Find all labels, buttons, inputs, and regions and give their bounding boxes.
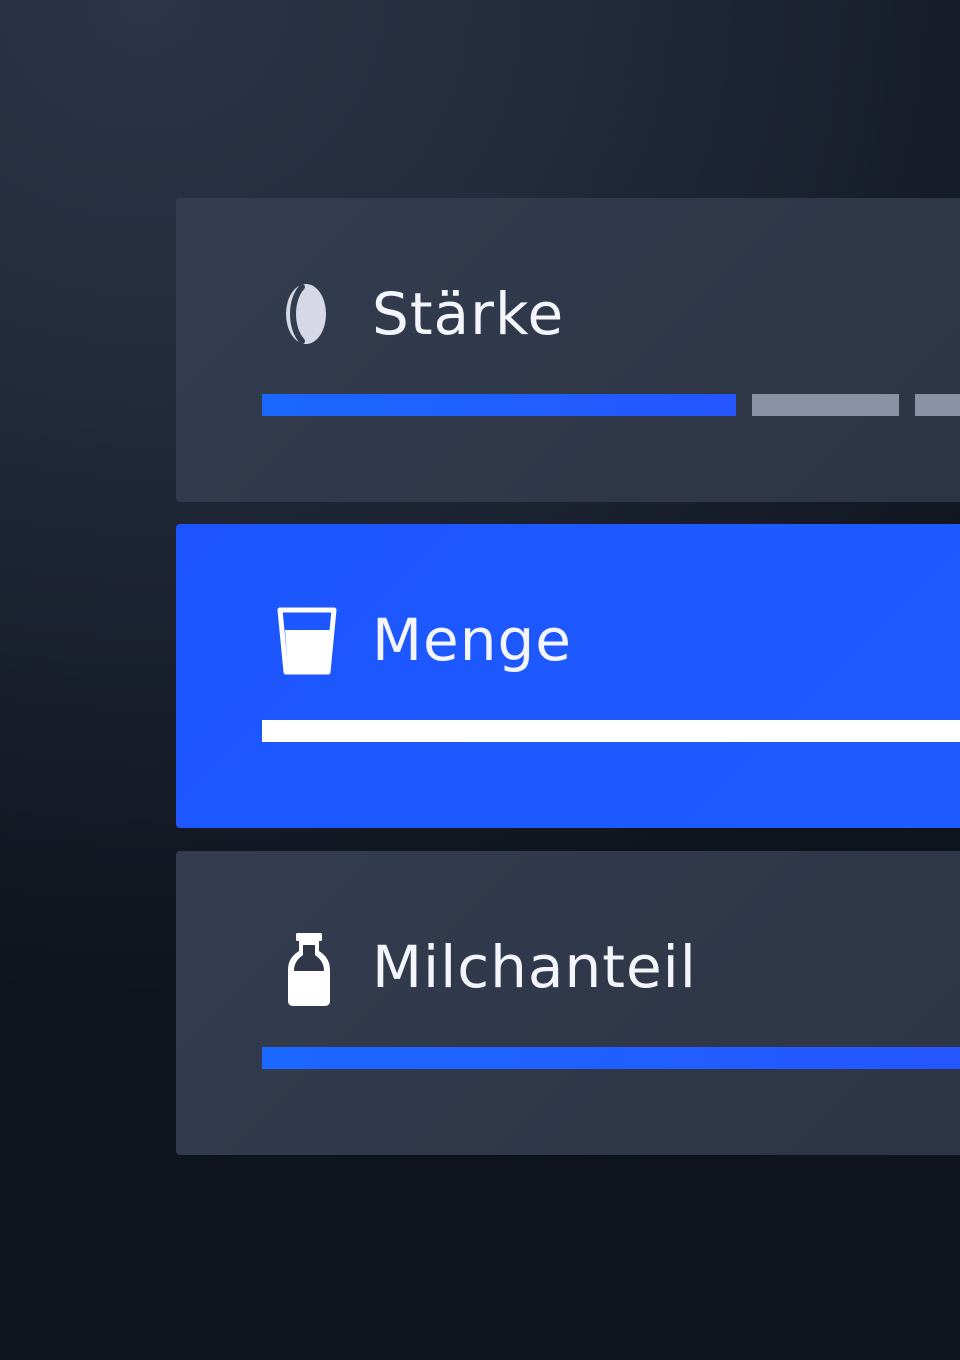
strength-level-bar[interactable]: [262, 394, 960, 416]
glass-icon: [276, 604, 340, 676]
milk-level-bar[interactable]: [262, 1047, 960, 1069]
setting-label: Milchanteil: [372, 933, 697, 1001]
strength-level-segment: [752, 394, 899, 416]
setting-label: Menge: [372, 606, 572, 674]
coffee-bean-icon: [276, 278, 340, 350]
milk-level-fill: [262, 1047, 960, 1069]
setting-card-staerke[interactable]: Stärke: [176, 198, 960, 502]
setting-card-menge[interactable]: Menge: [176, 524, 960, 828]
milk-bottle-icon: [276, 931, 340, 1006]
strength-level-segment: [915, 394, 960, 416]
setting-card-milchanteil[interactable]: Milchanteil: [176, 851, 960, 1155]
amount-level-fill: [262, 720, 960, 742]
setting-label: Stärke: [372, 280, 565, 348]
amount-level-bar[interactable]: [262, 720, 960, 742]
strength-level-fill: [262, 394, 736, 416]
